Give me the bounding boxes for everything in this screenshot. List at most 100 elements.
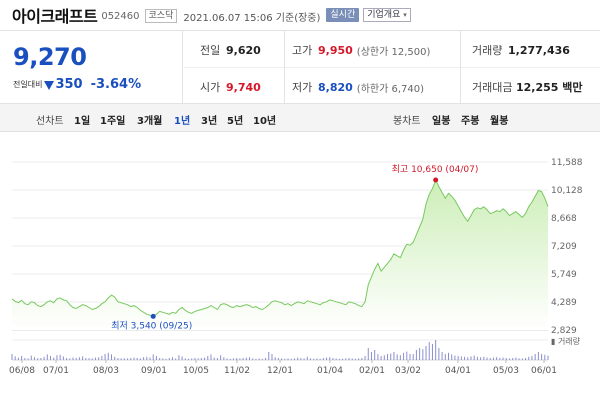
- volume-bar: [245, 357, 247, 360]
- volume-bar: [499, 358, 501, 360]
- volume-bar: [229, 358, 231, 360]
- volume-bar: [155, 356, 157, 360]
- volume-bar: [470, 356, 472, 360]
- line-chart-label: 선차트: [36, 116, 64, 127]
- price-area: [12, 180, 548, 330]
- volume-bar: [207, 356, 209, 360]
- volume-bar: [216, 358, 218, 360]
- price-chart-svg: 최고 10,650 (04/07) 최저 3,540 (09/25) 11,588…: [9, 158, 583, 376]
- volume-bar: [534, 354, 536, 360]
- volume-bar: [271, 354, 273, 360]
- volume-bar: [377, 354, 379, 360]
- y-tick-label: 5,749: [551, 270, 577, 280]
- volume-bar: [130, 358, 132, 360]
- volume-bar: [101, 356, 103, 360]
- volume-bar: [489, 358, 491, 360]
- period-1y[interactable]: 1년: [174, 112, 190, 127]
- volume-bar: [175, 358, 177, 360]
- volume-bar: [149, 357, 151, 360]
- volume-bar: [448, 352, 450, 360]
- volume-bar: [98, 357, 100, 360]
- current-price: 9,270: [13, 43, 87, 71]
- volume-bar: [274, 357, 276, 360]
- volume-bar: [358, 358, 360, 360]
- volume-bar: [82, 356, 84, 360]
- volume-bar: [345, 358, 347, 360]
- volume-bar: [293, 358, 295, 360]
- change-row: 전일대비 350 -3.64%: [13, 77, 141, 92]
- volume-bar: [213, 357, 215, 360]
- volume-bar: [518, 358, 520, 360]
- volume-bar: [415, 350, 417, 360]
- volume-bar: [194, 358, 196, 360]
- market-badge: 코스닥: [144, 9, 178, 23]
- high-value: 9,950: [318, 43, 353, 57]
- prev-close-cell: 전일 9,620: [200, 42, 261, 58]
- prev-close-label: 전일: [200, 44, 221, 57]
- company-info-button[interactable]: 기업개요 ▾: [363, 8, 411, 22]
- amount-label: 거래대금: [472, 81, 513, 94]
- period-3y[interactable]: 3년: [201, 112, 217, 127]
- price-chart[interactable]: 최고 10,650 (04/07) 최저 3,540 (09/25) 11,588…: [0, 132, 600, 408]
- candle-monthly[interactable]: 월봉: [490, 112, 508, 127]
- open-label: 시가: [200, 81, 221, 94]
- volume-bar: [24, 358, 26, 360]
- volume-bar: [444, 354, 446, 360]
- realtime-button[interactable]: 실시간: [326, 8, 360, 22]
- volume-bar: [309, 358, 311, 360]
- volume-bar: [547, 355, 549, 360]
- down-triangle-icon: [44, 80, 55, 90]
- change-label: 전일대비: [13, 80, 43, 89]
- volume-bar: [419, 348, 421, 360]
- volume-bar: [326, 357, 328, 360]
- volume-bar: [165, 358, 167, 360]
- volume-bar: [162, 358, 164, 360]
- y-tick-label: 7,209: [551, 242, 577, 252]
- x-tick-label: 06/08: [9, 366, 35, 376]
- volume-bar: [50, 356, 52, 360]
- volume-bar: [393, 352, 395, 360]
- candle-daily[interactable]: 일봉: [432, 112, 450, 127]
- volume-bar: [528, 356, 530, 360]
- period-5y[interactable]: 5년: [227, 112, 243, 127]
- period-1d[interactable]: 1일: [74, 112, 90, 127]
- current-price-box: 9,270 전일대비 350 -3.64%: [0, 31, 183, 103]
- volume-bar: [508, 358, 510, 360]
- volume-bar: [204, 357, 206, 360]
- y-tick-label: 4,289: [551, 298, 577, 308]
- x-tick-label: 10/05: [183, 366, 209, 376]
- volume-bar: [351, 358, 353, 360]
- volume-bar: [184, 358, 186, 360]
- volume-bar: [412, 354, 414, 360]
- y-tick-label: 2,829: [551, 326, 577, 336]
- volume-bar: [133, 357, 135, 360]
- volume-bar: [200, 358, 202, 360]
- stock-name[interactable]: 아이크래프트: [12, 3, 98, 27]
- volume-bar: [107, 352, 109, 360]
- period-10y[interactable]: 10년: [253, 112, 276, 127]
- volume-bar: [467, 357, 469, 360]
- high-label: 고가: [292, 44, 313, 57]
- volume-bar: [188, 358, 190, 360]
- volume-bar: [364, 356, 366, 360]
- volume-bar: [502, 357, 504, 360]
- quote-col-divider: [284, 31, 285, 103]
- volume-bar: [178, 355, 180, 360]
- x-tick-label: 12/01: [267, 366, 293, 376]
- volume-bar: [117, 358, 119, 360]
- volume-bar: [255, 358, 257, 360]
- volume-bar: [43, 356, 45, 360]
- period-1w[interactable]: 1주일: [100, 112, 125, 127]
- volume-bar: [335, 358, 337, 360]
- volume-bar: [56, 355, 58, 360]
- volume-bar: [242, 358, 244, 360]
- candle-weekly[interactable]: 주봉: [461, 112, 479, 127]
- volume-bar: [139, 358, 141, 360]
- x-tick-label: 03/02: [395, 366, 421, 376]
- quote-timestamp: 2021.06.07 15:06 기준(장중): [183, 12, 321, 24]
- quote-row-divider: [184, 67, 600, 68]
- volume-bar: [483, 356, 485, 360]
- volume-bar: [239, 358, 241, 360]
- period-3m[interactable]: 3개월: [137, 112, 162, 127]
- volume-bar: [62, 356, 64, 360]
